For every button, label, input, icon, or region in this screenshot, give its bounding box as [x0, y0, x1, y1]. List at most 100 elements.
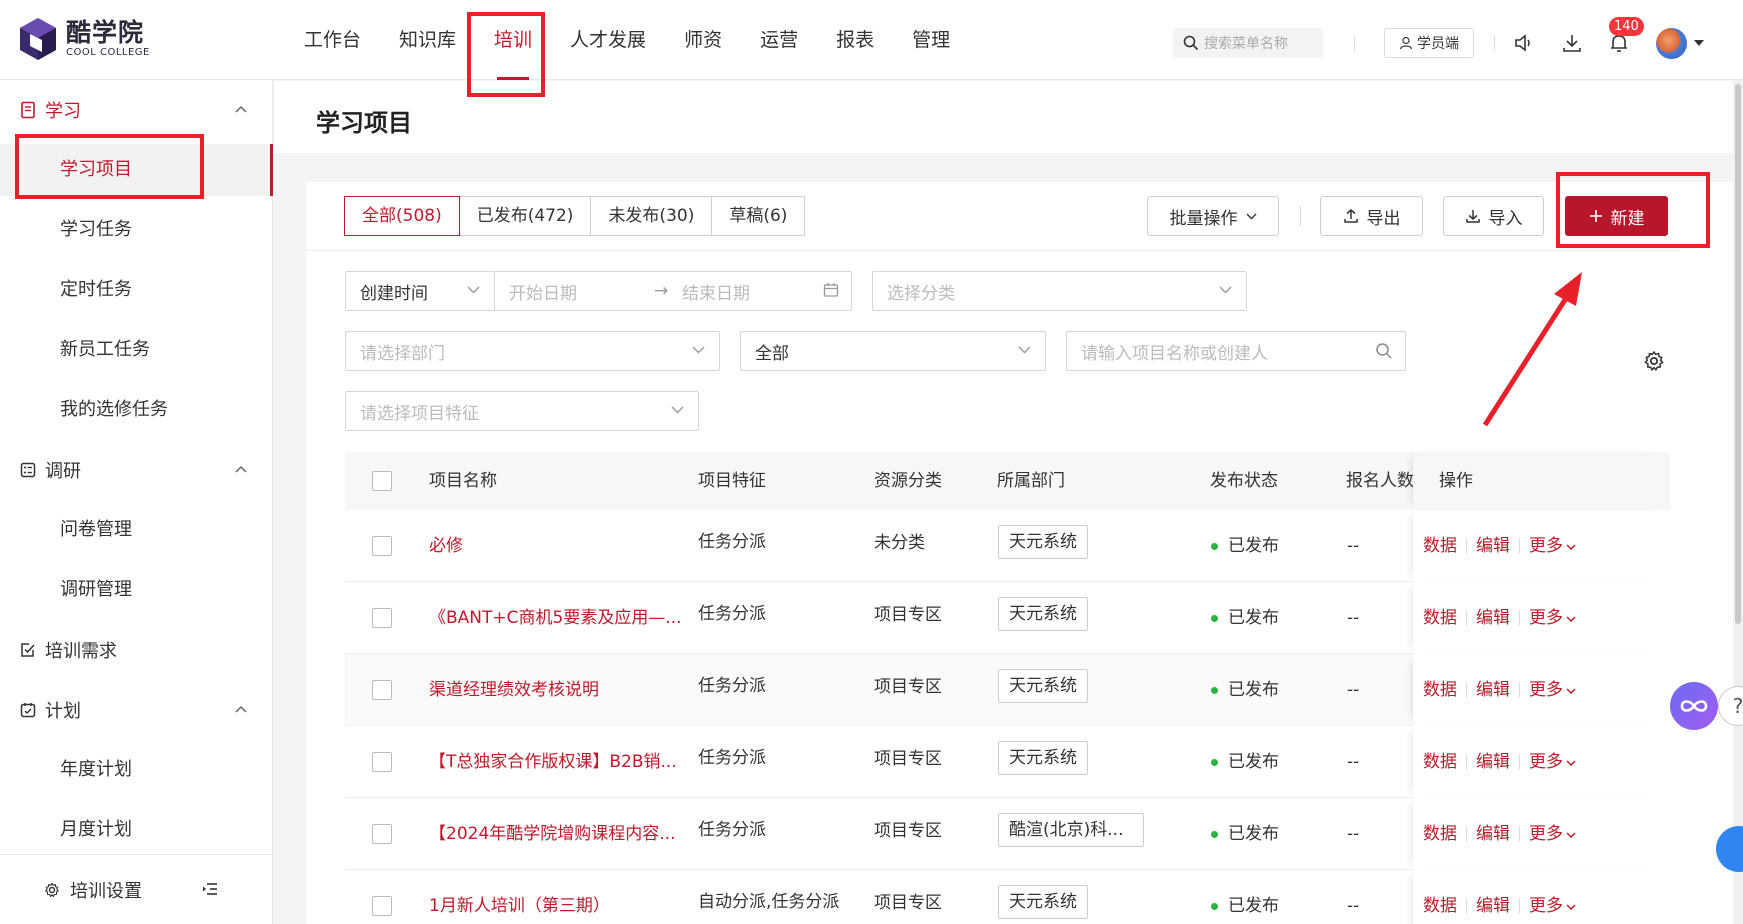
row-actions: 数据 编辑 更多 [1413, 726, 1665, 798]
sidebar-item-newcomer-tasks[interactable]: 新员工任务 [0, 324, 273, 376]
nav-item-operations[interactable]: 运营 [741, 0, 817, 80]
project-name-link[interactable]: 1月新人培训（第三期） [429, 870, 684, 924]
category-select[interactable]: 选择分类 [872, 271, 1247, 311]
publish-status: 已发布 [1211, 582, 1279, 654]
tab-drafts[interactable]: 草稿(6) [711, 196, 806, 236]
sidebar-item-annual-plan[interactable]: 年度计划 [0, 744, 273, 796]
column-settings-gear-icon[interactable] [1643, 350, 1665, 372]
more-dropdown[interactable]: 更多 [1529, 582, 1576, 654]
row-checkbox[interactable] [372, 752, 392, 772]
project-name-link[interactable]: 【T总独家合作版权课】B2B销... [429, 726, 684, 798]
start-date-input[interactable]: 开始日期 [509, 279, 654, 304]
student-portal-button[interactable]: 学员端 [1384, 28, 1474, 58]
nav-item-workbench[interactable]: 工作台 [285, 0, 380, 80]
more-dropdown[interactable]: 更多 [1529, 654, 1576, 726]
publish-status: 已发布 [1211, 654, 1279, 726]
logo[interactable]: 酷学院 COOL COLLEGE [18, 16, 150, 62]
sidebar-group-plans[interactable]: 计划 [0, 680, 273, 740]
edit-link[interactable]: 编辑 [1476, 582, 1510, 654]
sidebar-item-learning-tasks[interactable]: 学习任务 [0, 204, 273, 256]
column-header-actions: 操作 [1439, 471, 1473, 491]
row-checkbox[interactable] [372, 608, 392, 628]
nav-item-reports[interactable]: 报表 [817, 0, 893, 80]
divider [1494, 35, 1495, 51]
status-tabs: 全部(508) 已发布(472) 未发布(30) 草稿(6) [344, 196, 806, 236]
sidebar-group-learning[interactable]: 学习 [0, 80, 273, 140]
row-checkbox[interactable] [372, 824, 392, 844]
data-link[interactable]: 数据 [1423, 582, 1457, 654]
edit-link[interactable]: 编辑 [1476, 654, 1510, 726]
tab-all[interactable]: 全部(508) [344, 196, 460, 236]
select-all-checkbox[interactable] [372, 471, 392, 491]
tab-published[interactable]: 已发布(472) [458, 196, 592, 236]
row-checkbox[interactable] [372, 536, 392, 556]
tab-unpublished[interactable]: 未发布(30) [590, 196, 713, 236]
project-search-input[interactable]: 请输入项目名称或创建人 [1066, 331, 1406, 371]
sidebar-item-scheduled-tasks[interactable]: 定时任务 [0, 264, 273, 316]
date-range-picker[interactable]: 开始日期 → 结束日期 [494, 271, 852, 311]
avatar[interactable] [1656, 28, 1687, 59]
project-name-link[interactable]: 必修 [429, 510, 684, 582]
download-icon[interactable] [1561, 32, 1583, 54]
department-tag: 酷渲(北京)科... [998, 813, 1144, 847]
search-icon[interactable] [1375, 342, 1393, 360]
ai-assistant-button[interactable] [1670, 682, 1718, 730]
resource-category: 项目专区 [874, 677, 942, 697]
more-dropdown[interactable]: 更多 [1529, 726, 1576, 798]
status-select[interactable]: 全部 [740, 331, 1046, 371]
project-name-link[interactable]: 【2024年酷学院增购课程内容... [429, 798, 684, 870]
batch-actions-button[interactable]: 批量操作 [1147, 196, 1279, 236]
nav-item-talent[interactable]: 人才发展 [551, 0, 665, 80]
speaker-icon[interactable] [1513, 32, 1535, 54]
more-dropdown[interactable]: 更多 [1529, 870, 1576, 924]
divider [1300, 206, 1301, 226]
project-name-link[interactable]: 《BANT+C商机5要素及应用—... [429, 582, 684, 654]
publish-status-label: 已发布 [1228, 536, 1279, 556]
more-dropdown[interactable]: 更多 [1529, 510, 1576, 582]
edit-link[interactable]: 编辑 [1476, 870, 1510, 924]
row-checkbox[interactable] [372, 896, 392, 916]
menu-search-input[interactable]: 搜索菜单名称 [1173, 28, 1323, 58]
page-title: 学习项目 [316, 109, 412, 137]
import-button[interactable]: 导入 [1443, 196, 1544, 236]
training-settings-link[interactable]: 培训设置 [70, 877, 142, 903]
sidebar-group-label: 计划 [45, 701, 81, 722]
edit-link[interactable]: 编辑 [1476, 510, 1510, 582]
department-tag: 天元系统 [998, 525, 1088, 559]
more-label: 更多 [1529, 896, 1563, 916]
sidebar-item-monthly-plan[interactable]: 月度计划 [0, 804, 273, 856]
nav-item-teachers[interactable]: 师资 [665, 0, 741, 80]
sidebar-item-elective-tasks[interactable]: 我的选修任务 [0, 384, 273, 436]
nav-item-knowledge[interactable]: 知识库 [380, 0, 475, 80]
project-name-link[interactable]: 渠道经理绩效考核说明 [429, 654, 684, 726]
data-link[interactable]: 数据 [1423, 798, 1457, 870]
edit-link[interactable]: 编辑 [1476, 798, 1510, 870]
chevron-down-icon[interactable] [1694, 40, 1704, 46]
feature-select[interactable]: 请选择项目特征 [345, 391, 699, 431]
resource-category: 未分类 [874, 533, 925, 553]
end-date-input[interactable]: 结束日期 [682, 279, 750, 304]
sidebar-item-survey-management[interactable]: 调研管理 [0, 564, 273, 616]
department-placeholder: 请选择部门 [360, 343, 445, 364]
scrollbar-thumb[interactable] [1735, 84, 1741, 624]
checklist-icon [21, 643, 35, 657]
data-link[interactable]: 数据 [1423, 654, 1457, 726]
sidebar-group-survey[interactable]: 调研 [0, 440, 273, 500]
data-link[interactable]: 数据 [1423, 510, 1457, 582]
time-type-select[interactable]: 创建时间 [345, 271, 495, 311]
edit-link[interactable]: 编辑 [1476, 726, 1510, 798]
department-select[interactable]: 请选择部门 [345, 331, 720, 371]
nav-item-admin[interactable]: 管理 [893, 0, 969, 80]
resource-category: 项目专区 [874, 821, 942, 841]
export-button[interactable]: 导出 [1320, 196, 1423, 236]
sidebar-item-questionnaires[interactable]: 问卷管理 [0, 504, 273, 556]
feature-placeholder: 请选择项目特征 [360, 403, 479, 424]
collapse-menu-icon[interactable] [202, 882, 218, 896]
row-checkbox[interactable] [372, 680, 392, 700]
data-link[interactable]: 数据 [1423, 870, 1457, 924]
more-dropdown[interactable]: 更多 [1529, 798, 1576, 870]
chevron-down-icon [1018, 346, 1031, 354]
sidebar-group-training-needs[interactable]: 培训需求 [0, 620, 273, 680]
resource-category: 项目专区 [874, 893, 942, 913]
data-link[interactable]: 数据 [1423, 726, 1457, 798]
